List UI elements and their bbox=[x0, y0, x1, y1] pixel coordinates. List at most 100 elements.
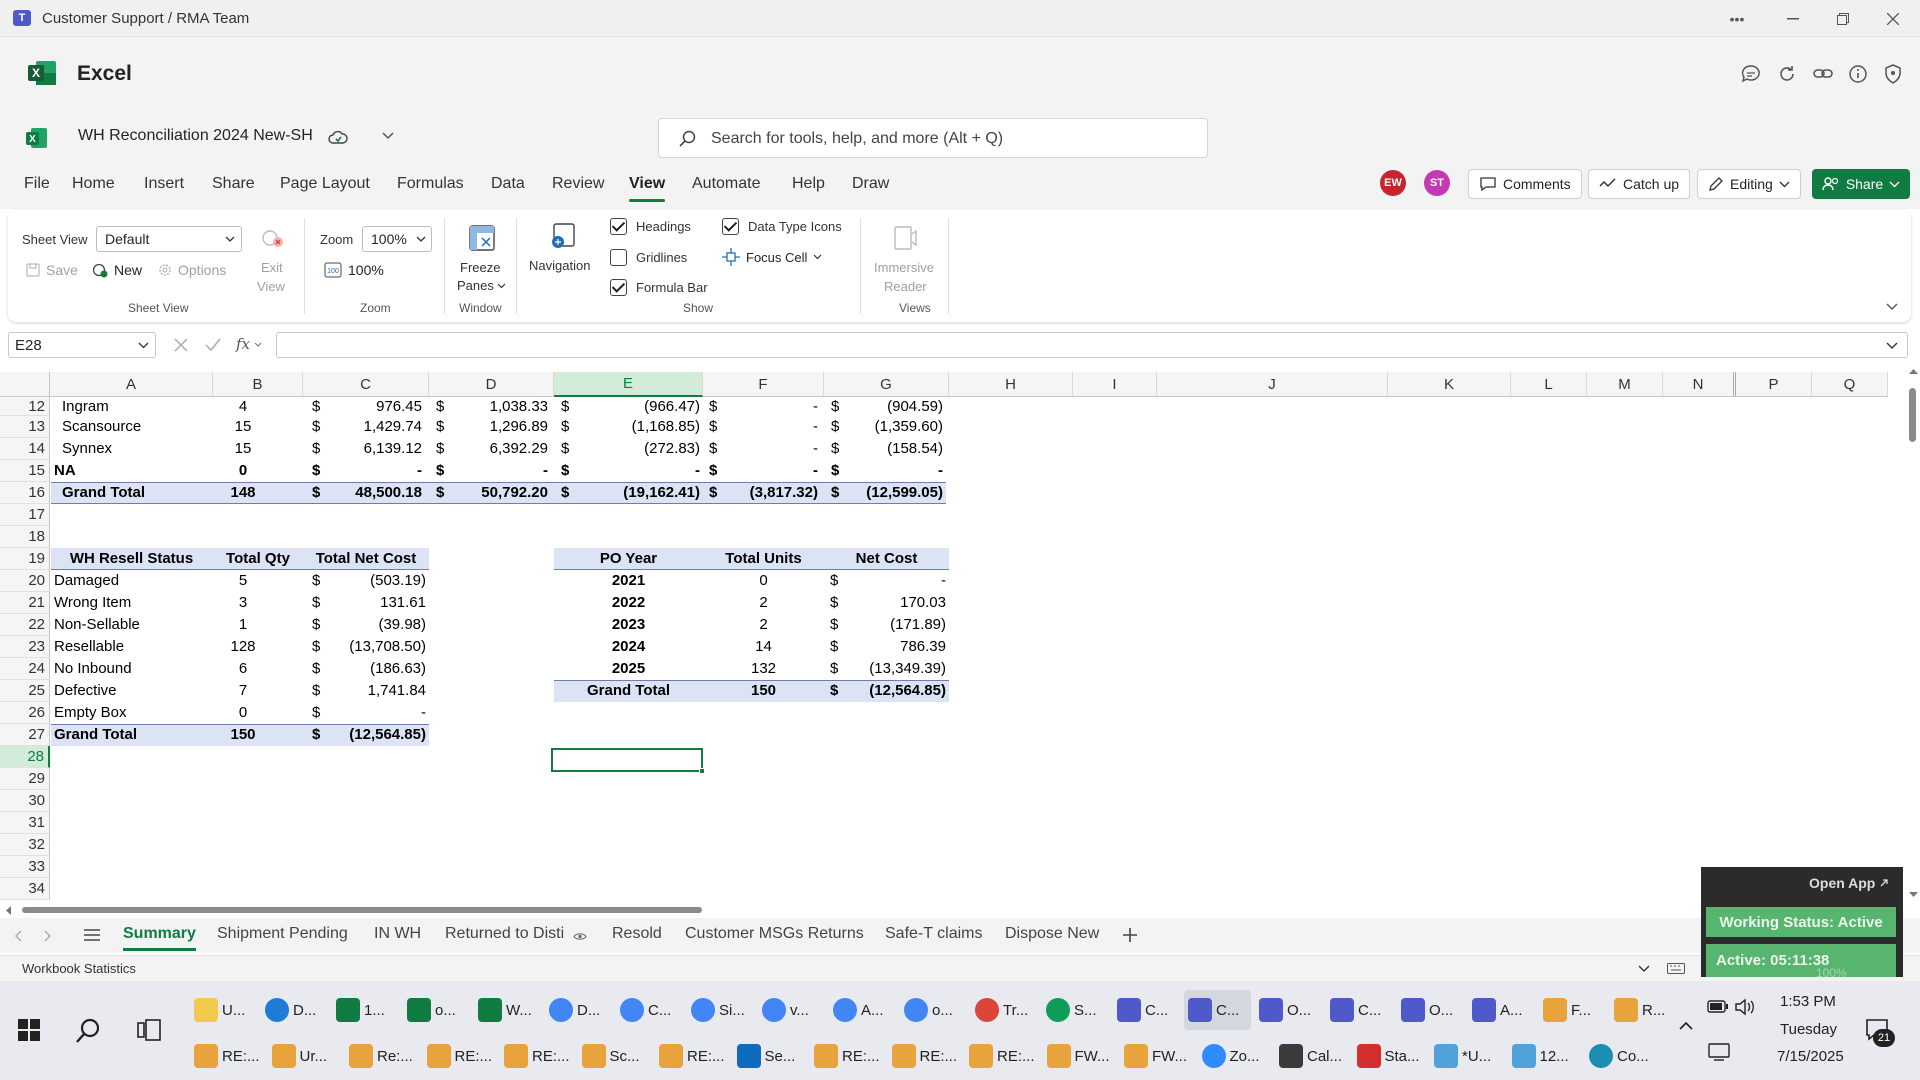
taskbar-button[interactable]: Sta... bbox=[1353, 1036, 1427, 1076]
table-cell[interactable]: 4 bbox=[213, 397, 273, 416]
tab-in-wh[interactable]: IN WH bbox=[374, 925, 421, 943]
taskbar-button[interactable]: F... bbox=[1539, 990, 1606, 1030]
taskbar-button[interactable]: C... bbox=[1326, 990, 1393, 1030]
table-cell[interactable]: 131.61 bbox=[340, 592, 426, 614]
catch-up-button[interactable]: Catch up bbox=[1588, 169, 1691, 199]
row-header[interactable]: 31 bbox=[0, 812, 50, 834]
table-cell[interactable]: 15 bbox=[213, 416, 273, 438]
table-cell[interactable]: (966.47) bbox=[590, 397, 700, 416]
table-cell[interactable]: 5 bbox=[213, 570, 273, 592]
taskbar-button[interactable]: C... bbox=[616, 990, 683, 1030]
exit-view-label-2[interactable]: View bbox=[257, 279, 285, 294]
table-cell[interactable]: Resellable bbox=[54, 636, 124, 658]
tab-summary[interactable]: Summary bbox=[123, 925, 196, 951]
all-sheets-menu-icon[interactable] bbox=[84, 929, 100, 941]
comments-button[interactable]: Comments bbox=[1468, 169, 1582, 199]
taskbar-button[interactable]: FW... bbox=[1120, 1036, 1194, 1076]
exit-view-label[interactable]: Exit bbox=[261, 260, 283, 275]
horizontal-scroll-thumb[interactable] bbox=[22, 907, 702, 913]
table-cell[interactable]: 6 bbox=[213, 658, 273, 680]
minimize-button[interactable] bbox=[1776, 7, 1810, 31]
select-all-corner[interactable] bbox=[0, 372, 50, 397]
taskbar-button[interactable]: Sc... bbox=[578, 1036, 652, 1076]
taskbar-button[interactable]: Re:... bbox=[345, 1036, 419, 1076]
tab-resold[interactable]: Resold bbox=[612, 925, 662, 943]
table-cell[interactable]: 150 bbox=[703, 680, 824, 702]
taskbar-button[interactable]: R... bbox=[1610, 990, 1677, 1030]
shield-icon[interactable] bbox=[1882, 63, 1906, 85]
table-cell[interactable]: - bbox=[340, 702, 426, 724]
table-cell[interactable]: - bbox=[462, 460, 548, 482]
formula-bar-checkbox[interactable] bbox=[610, 279, 627, 296]
scroll-up-icon[interactable] bbox=[1909, 368, 1918, 374]
column-header[interactable]: L bbox=[1511, 372, 1587, 397]
taskbar-button[interactable]: o... bbox=[900, 990, 967, 1030]
vertical-scroll-thumb[interactable] bbox=[1909, 388, 1916, 442]
navigation-button[interactable]: Navigation bbox=[529, 258, 590, 273]
column-header[interactable]: G bbox=[824, 372, 949, 397]
ribbon-collapse-chevron-icon[interactable] bbox=[1886, 303, 1898, 311]
table-cell[interactable]: 1,038.33 bbox=[462, 397, 548, 416]
taskbar-button[interactable]: Cal... bbox=[1275, 1036, 1349, 1076]
menu-view[interactable]: View bbox=[629, 175, 666, 202]
taskbar-button[interactable]: RE:... bbox=[965, 1036, 1039, 1076]
chat-icon[interactable] bbox=[1740, 63, 1764, 85]
column-header[interactable]: N bbox=[1663, 372, 1736, 397]
row-header[interactable]: 34 bbox=[0, 878, 50, 900]
taskbar-button[interactable]: 1... bbox=[332, 990, 399, 1030]
table-cell[interactable]: Ingram bbox=[62, 397, 109, 416]
open-app-button[interactable]: Open App bbox=[1809, 875, 1889, 891]
table-cell[interactable]: 2021 bbox=[554, 570, 703, 592]
table-cell[interactable]: (12,599.05) bbox=[850, 482, 943, 504]
immersive-label[interactable]: Immersive bbox=[874, 260, 934, 275]
row-header[interactable]: 19 bbox=[0, 548, 50, 570]
zoom-dropdown[interactable]: 100% bbox=[362, 226, 432, 252]
taskbar-button[interactable]: C... bbox=[1184, 990, 1251, 1030]
table-cell[interactable]: 976.45 bbox=[340, 397, 422, 416]
table-cell[interactable]: (186.63) bbox=[340, 658, 426, 680]
table-header[interactable]: PO Year bbox=[554, 548, 703, 570]
table-cell[interactable]: Non-Sellable bbox=[54, 614, 140, 636]
table-cell[interactable]: 1 bbox=[213, 614, 273, 636]
battery-icon[interactable] bbox=[1707, 1000, 1729, 1014]
table-cell[interactable]: (171.89) bbox=[850, 614, 946, 636]
vertical-scrollbar[interactable] bbox=[1906, 366, 1920, 904]
taskbar-button[interactable]: RE:... bbox=[500, 1036, 574, 1076]
add-sheet-button[interactable] bbox=[1122, 927, 1138, 943]
keyboard-icon[interactable] bbox=[1667, 963, 1685, 974]
table-cell[interactable]: (503.19) bbox=[340, 570, 426, 592]
table-cell[interactable]: (904.59) bbox=[850, 397, 943, 416]
table-cell[interactable]: (158.54) bbox=[850, 438, 943, 460]
table-cell[interactable]: (39.98) bbox=[340, 614, 426, 636]
menu-page-layout[interactable]: Page Layout bbox=[280, 175, 370, 193]
freeze-label[interactable]: Freeze bbox=[460, 260, 500, 275]
table-cell[interactable]: 2 bbox=[703, 614, 824, 636]
avatar[interactable]: EW bbox=[1380, 170, 1406, 196]
zoom-100-button[interactable]: 100 100% bbox=[324, 262, 384, 278]
table-header[interactable]: Total Qty bbox=[213, 548, 303, 570]
column-header[interactable]: P bbox=[1736, 372, 1812, 397]
name-box[interactable]: E28 bbox=[8, 332, 156, 358]
workbook-statistics-button[interactable]: Workbook Statistics bbox=[22, 961, 136, 976]
table-header[interactable]: Total Net Cost bbox=[303, 548, 429, 570]
table-cell[interactable]: (12,564.85) bbox=[850, 680, 946, 702]
taskbar-button[interactable]: A... bbox=[1468, 990, 1535, 1030]
table-header[interactable]: Net Cost bbox=[824, 548, 949, 570]
taskbar-button[interactable]: D... bbox=[545, 990, 612, 1030]
menu-home[interactable]: Home bbox=[72, 175, 115, 193]
gridlines-checkbox[interactable] bbox=[610, 249, 627, 266]
table-header[interactable]: WH Resell Status bbox=[54, 548, 209, 570]
row-header[interactable]: 32 bbox=[0, 834, 50, 856]
taskbar-button[interactable]: RE:... bbox=[423, 1036, 497, 1076]
table-cell[interactable]: NA bbox=[54, 460, 76, 482]
clock-day[interactable]: Tuesday bbox=[1780, 1021, 1837, 1038]
taskbar-button[interactable]: Tr... bbox=[971, 990, 1038, 1030]
task-view-icon[interactable] bbox=[137, 1019, 161, 1041]
table-cell[interactable]: (3,817.32) bbox=[732, 482, 818, 504]
start-button[interactable] bbox=[18, 1019, 40, 1041]
table-cell[interactable]: 150 bbox=[213, 724, 273, 746]
taskbar-button[interactable]: W... bbox=[474, 990, 541, 1030]
taskbar-button[interactable]: S... bbox=[1042, 990, 1109, 1030]
table-cell[interactable]: - bbox=[590, 460, 700, 482]
taskbar-button[interactable]: RE:... bbox=[810, 1036, 884, 1076]
